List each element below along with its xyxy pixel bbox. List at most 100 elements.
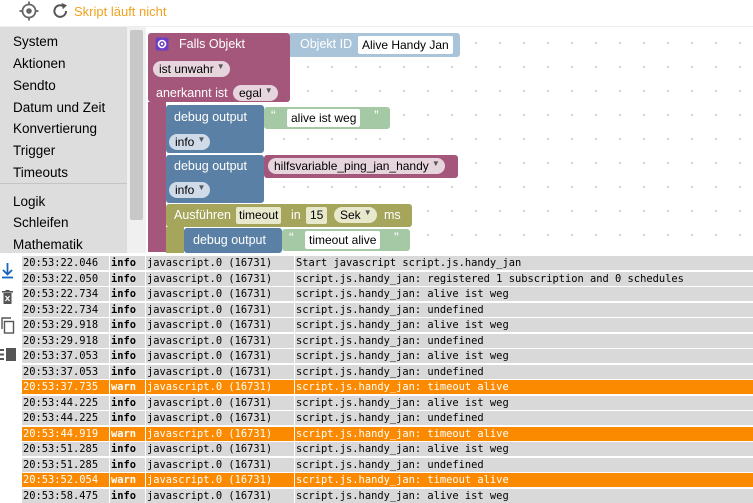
- category-divider: [0, 183, 127, 184]
- log-message: script.js.handy_jan: undefined: [295, 411, 753, 425]
- chevron-down-icon: ▼: [363, 208, 372, 217]
- log-time: 20:53:51.285: [22, 458, 109, 472]
- category-timeouts[interactable]: Timeouts: [13, 165, 68, 180]
- debug-level-dropdown-2[interactable]: info ▼: [169, 182, 211, 198]
- debug-text-1[interactable]: alive ist weg: [287, 109, 361, 127]
- log-row[interactable]: 20:53:22.734 info javascript.0 (16731) scri…: [22, 303, 753, 317]
- log-toolbar: [0, 253, 19, 503]
- timeout-unit-value: Sek: [340, 208, 361, 222]
- log-level: info: [110, 411, 145, 425]
- debug-output-label-1: debug output: [174, 110, 247, 124]
- log-row[interactable]: 20:53:44.225 info javascript.0 (16731) scri…: [22, 411, 753, 425]
- log-level: info: [110, 256, 145, 270]
- log-source: javascript.0 (16731): [146, 458, 294, 472]
- log-time: 20:53:52.054: [22, 473, 109, 487]
- variable-value: hilfsvariable_ping_jan_handy: [274, 159, 429, 173]
- category-datum-und-zeit[interactable]: Datum und Zeit: [13, 100, 105, 115]
- log-row[interactable]: 20:53:51.285 info javascript.0 (16731) scri…: [22, 458, 753, 472]
- ausfuehren-label: Ausführen: [174, 208, 231, 222]
- sidebar-scrollbar-thumb[interactable]: [130, 30, 143, 220]
- log-level: info: [110, 303, 145, 317]
- log-source: javascript.0 (16731): [146, 318, 294, 332]
- log-time: 20:53:29.918: [22, 318, 109, 332]
- log-row[interactable]: 20:53:29.918 info javascript.0 (16731) scri…: [22, 334, 753, 348]
- ist-unwahr-dropdown[interactable]: ist unwahr ▼: [153, 61, 230, 77]
- scroll-down-icon[interactable]: [1, 262, 14, 279]
- log-message: script.js.handy_jan: alive ist weg: [295, 349, 753, 363]
- debug-text-3[interactable]: timeout alive: [305, 231, 381, 249]
- category-system[interactable]: System: [13, 34, 58, 49]
- log-message: script.js.handy_jan: alive ist weg: [295, 489, 753, 503]
- category-mathematik[interactable]: Mathematik: [13, 237, 83, 252]
- log-source: javascript.0 (16731): [146, 349, 294, 363]
- list-view-icon[interactable]: [0, 348, 16, 361]
- log-message: script.js.handy_jan: alive ist weg: [295, 287, 753, 301]
- log-time: 20:53:37.735: [22, 380, 109, 394]
- category-logik[interactable]: Logik: [13, 194, 45, 209]
- log-message: script.js.handy_jan: timeout alive: [295, 427, 753, 441]
- objekt-id-label: Objekt ID: [300, 37, 353, 51]
- script-editor: Skript läuft nicht System Aktionen Sendt…: [0, 0, 753, 503]
- log-row[interactable]: 20:53:22.734 info javascript.0 (16731) scri…: [22, 287, 753, 301]
- category-schleifen[interactable]: Schleifen: [13, 215, 69, 230]
- ausfuehren-timeout-spine: [166, 227, 184, 253]
- log-row[interactable]: 20:53:37.735 warn javascript.0 (16731) scri…: [22, 380, 753, 394]
- timeout-value-field[interactable]: 15: [306, 207, 328, 224]
- quote-close-icon: ”: [394, 229, 399, 245]
- log-row[interactable]: 20:53:29.918 info javascript.0 (16731) scri…: [22, 318, 753, 332]
- anerkannt-dropdown[interactable]: egal ▼: [233, 85, 278, 101]
- log-level: info: [110, 287, 145, 301]
- ist-unwahr-value: ist unwahr: [159, 62, 214, 76]
- category-aktionen[interactable]: Aktionen: [13, 56, 66, 71]
- timeout-unit-dropdown[interactable]: Sek ▼: [334, 207, 377, 223]
- log-row[interactable]: 20:53:51.285 info javascript.0 (16731) scri…: [22, 442, 753, 456]
- log-row[interactable]: 20:53:22.050 info javascript.0 (16731) scri…: [22, 272, 753, 286]
- log-row[interactable]: 20:53:58.475 info javascript.0 (16731) scri…: [22, 489, 753, 503]
- log-source: javascript.0 (16731): [146, 489, 294, 503]
- log-source: javascript.0 (16731): [146, 287, 294, 301]
- log-source: javascript.0 (16731): [146, 272, 294, 286]
- objekt-id-field[interactable]: Alive Handy Jan: [358, 36, 453, 54]
- log-time: 20:53:22.050: [22, 272, 109, 286]
- log-table[interactable]: 20:53:22.046 info javascript.0 (16731) Star…: [22, 253, 753, 503]
- blockly-workspace[interactable]: Falls Objekt Objekt ID Alive Handy Jan i…: [146, 27, 753, 253]
- log-row[interactable]: 20:53:37.053 info javascript.0 (16731) scri…: [22, 349, 753, 363]
- debug-level-value-1: info: [175, 135, 195, 149]
- log-row[interactable]: 20:53:44.225 info javascript.0 (16731) scri…: [22, 396, 753, 410]
- log-level: info: [110, 334, 145, 348]
- log-message: script.js.handy_jan: undefined: [295, 365, 753, 379]
- log-source: javascript.0 (16731): [146, 427, 294, 441]
- timeout-name-field[interactable]: timeout: [236, 207, 282, 224]
- event-gear-icon: [155, 37, 169, 51]
- log-row[interactable]: 20:53:52.054 warn javascript.0 (16731) scri…: [22, 473, 753, 487]
- block-category-sidebar: System Aktionen Sendto Datum und Zeit Ko…: [0, 27, 127, 253]
- log-row[interactable]: 20:53:37.053 info javascript.0 (16731) scri…: [22, 365, 753, 379]
- variable-dropdown[interactable]: hilfsvariable_ping_jan_handy ▼: [268, 158, 445, 174]
- log-source: javascript.0 (16731): [146, 442, 294, 456]
- log-time: 20:53:58.475: [22, 489, 109, 503]
- debug-level-dropdown-1[interactable]: info ▼: [169, 134, 211, 150]
- quote-open-icon: “: [289, 229, 294, 245]
- chevron-down-icon: ▼: [431, 159, 440, 168]
- category-konvertierung[interactable]: Konvertierung: [13, 121, 97, 136]
- log-level: info: [110, 272, 145, 286]
- crosshair-icon[interactable]: [19, 1, 39, 21]
- script-status: Skript läuft nicht: [74, 4, 167, 19]
- chevron-down-icon: ▼: [197, 183, 206, 192]
- copy-icon[interactable]: [1, 317, 15, 334]
- trash-icon[interactable]: [2, 290, 13, 305]
- log-level: info: [110, 396, 145, 410]
- in-label: in: [291, 208, 301, 222]
- debug-level-value-2: info: [175, 183, 195, 197]
- log-row[interactable]: 20:53:22.046 info javascript.0 (16731) Star…: [22, 256, 753, 270]
- log-level: info: [110, 318, 145, 332]
- log-message: script.js.handy_jan: undefined: [295, 334, 753, 348]
- log-source: javascript.0 (16731): [146, 256, 294, 270]
- log-row[interactable]: 20:53:44.919 warn javascript.0 (16731) scri…: [22, 427, 753, 441]
- log-source: javascript.0 (16731): [146, 411, 294, 425]
- category-sendto[interactable]: Sendto: [13, 78, 56, 93]
- anerkannt-ist-label: anerkannt ist: [156, 86, 228, 100]
- chevron-down-icon: ▼: [264, 86, 273, 95]
- reload-icon[interactable]: [52, 2, 69, 20]
- category-trigger[interactable]: Trigger: [13, 143, 55, 158]
